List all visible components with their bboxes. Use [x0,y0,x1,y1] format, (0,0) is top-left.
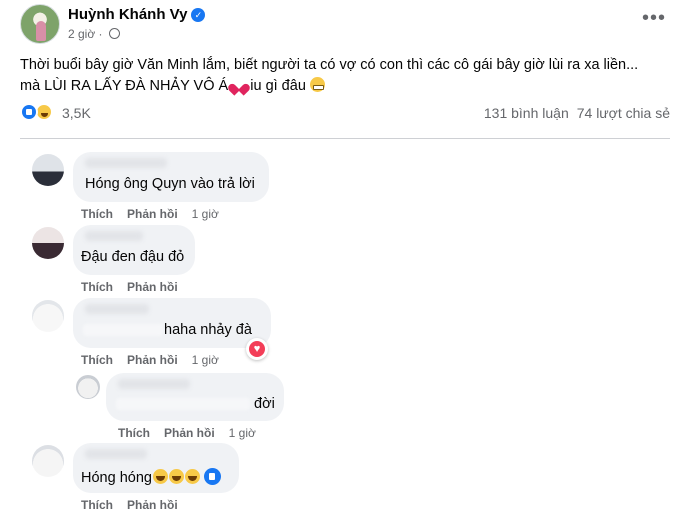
commenter-avatar[interactable] [76,375,100,399]
post-header: Huỳnh Khánh Vy ✓ 2 giờ · ••• [20,4,670,46]
post-time[interactable]: 2 giờ [68,27,95,41]
author-avatar[interactable] [20,4,60,44]
comment-text: haha nhảy đà [164,322,252,338]
commenter-avatar[interactable] [32,154,64,186]
divider [20,138,670,139]
reply-button[interactable]: Phản hồi [127,353,178,367]
comment-actions: Thích Phản hồi [81,498,192,512]
comment-bubble: haha nhảy đà [73,298,271,348]
shares-count[interactable]: 74 lượt chia sẻ [577,105,670,121]
comment-text-content: Hóng hóng [81,470,152,486]
comment-bubble: Đậu đen đậu đỏ [73,225,195,275]
post-text: Thời buổi bây giờ Văn Minh lắm, biết ngư… [20,55,670,97]
reply-button[interactable]: Phản hồi [164,426,215,440]
comment-text: Hóng hóng [81,468,221,486]
comment-actions: Thích Phản hồi 1 giờ [81,207,219,221]
comment-bubble: Hóng hóng [73,443,239,493]
comment: Hóng ông Quyn vào trả lời Thích Phản hồi 1… [32,152,292,224]
like-button[interactable]: Thích [81,280,113,294]
reply-button[interactable]: Phản hồi [127,207,178,221]
commenter-avatar[interactable] [32,227,64,259]
post-text-line2: mà LÙI RA LẤY ĐÀ NHẢY VÔ Á iu gì đâu [20,76,670,97]
love-reaction-icon[interactable] [246,338,268,360]
reply-button[interactable]: Phản hồi [127,280,178,294]
comment-time[interactable]: 1 giờ [229,426,256,440]
like-button[interactable]: Thích [81,207,113,221]
more-options-button[interactable]: ••• [638,7,670,34]
comment: haha nhảy đà Thích Phản hồi 1 giờ [32,298,292,370]
comment: Hóng hóng Thích Phản hồi [32,443,292,513]
laugh-emoji [152,469,168,484]
commenter-avatar[interactable] [32,300,64,332]
comment-actions: Thích Phản hồi 1 giờ [81,353,219,367]
like-icon [203,468,221,485]
like-reaction-icon[interactable] [20,103,38,121]
reply-comment: đời Thích Phản hồi 1 giờ [76,373,336,443]
author-name[interactable]: Huỳnh Khánh Vy ✓ [68,6,206,23]
reactions-bar: 3,5K 131 bình luận 74 lượt chia sẻ [20,101,670,125]
post-text-line1: Thời buổi bây giờ Văn Minh lắm, biết ngư… [20,57,639,73]
post-meta: 2 giờ · [68,27,120,41]
comment-bubble: Hóng ông Quyn vào trả lời [73,152,269,202]
comment-bubble: đời [106,373,284,421]
reaction-count[interactable]: 3,5K [62,105,91,121]
laugh-emoji [168,469,184,484]
author-name-text[interactable]: Huỳnh Khánh Vy [68,6,187,23]
verified-icon: ✓ [191,8,206,22]
like-button[interactable]: Thích [81,353,113,367]
laugh-emoji [184,469,200,484]
reply-button[interactable]: Phản hồi [127,498,178,512]
comment-text: Hóng ông Quyn vào trả lời [85,176,255,192]
commenter-avatar[interactable] [32,445,64,477]
like-button[interactable]: Thích [118,426,150,440]
post-text-line2a: mà LÙI RA LẤY ĐÀ NHẢY VÔ Á [20,78,229,94]
globe-icon [108,28,120,39]
post-stats: 131 bình luận 74 lượt chia sẻ [484,105,670,121]
comment-time[interactable]: 1 giờ [192,353,219,367]
like-button[interactable]: Thích [81,498,113,512]
grimace-emoji [309,77,325,92]
heart-emoji [232,79,246,91]
more-icon: ••• [641,7,666,29]
comment-actions: Thích Phản hồi 1 giờ [118,426,256,440]
comment-text: đời [254,396,275,412]
comment-actions: Thích Phản hồi [81,280,192,294]
comments-count[interactable]: 131 bình luận [484,105,569,121]
comment-text: Đậu đen đậu đỏ [81,249,185,265]
comment-time[interactable]: 1 giờ [192,207,219,221]
post-text-line2b: iu gì đâu [250,78,306,94]
comment: Đậu đen đậu đỏ Thích Phản hồi [32,225,292,297]
